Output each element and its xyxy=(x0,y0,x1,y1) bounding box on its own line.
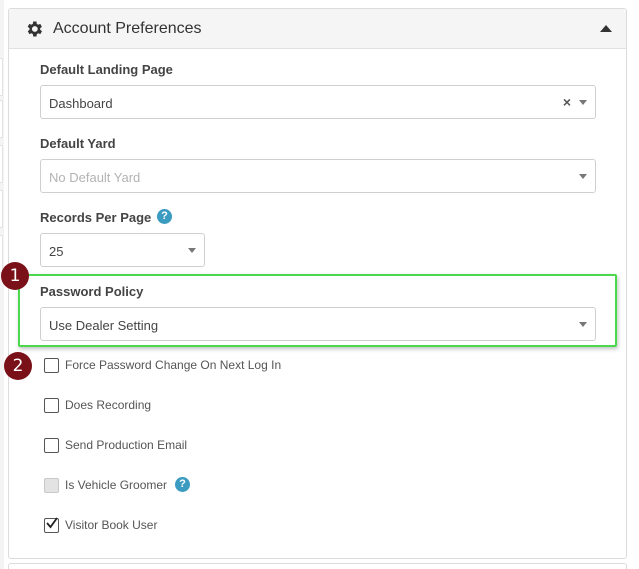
checkbox-label: Force Password Change On Next Log In xyxy=(65,358,282,372)
force-password-change-checkbox[interactable] xyxy=(44,358,59,373)
account-preferences-panel: Account Preferences Default Landing Page… xyxy=(8,8,627,559)
records-per-page-select[interactable]: 25 xyxy=(40,233,205,267)
step-marker-2: 2 xyxy=(4,352,32,380)
help-icon[interactable]: ? xyxy=(175,477,190,492)
visitor-book-user-checkbox[interactable] xyxy=(44,517,59,533)
password-policy-label: Password Policy xyxy=(40,284,144,299)
chevron-down-icon xyxy=(579,100,587,105)
is-vehicle-groomer-checkbox xyxy=(44,478,59,493)
clear-icon[interactable]: × xyxy=(563,94,571,110)
help-icon[interactable]: ? xyxy=(157,209,172,224)
does-recording-checkbox[interactable] xyxy=(44,398,59,413)
left-edge-tab xyxy=(0,190,3,228)
caret-up-icon[interactable] xyxy=(600,24,612,32)
checkmark-icon xyxy=(46,517,58,529)
chevron-down-icon xyxy=(579,322,587,327)
password-policy-value: Use Dealer Setting xyxy=(49,318,159,333)
left-edge-tab xyxy=(0,100,3,138)
left-edge-tab xyxy=(0,145,3,183)
panel-header[interactable]: Account Preferences xyxy=(9,9,626,49)
records-per-page-value: 25 xyxy=(49,244,64,259)
gear-icon xyxy=(27,21,42,37)
step-marker-1: 1 xyxy=(1,262,29,290)
password-policy-select[interactable]: Use Dealer Setting xyxy=(40,307,596,341)
records-per-page-label: Records Per Page xyxy=(40,210,152,225)
default-yard-label: Default Yard xyxy=(40,136,116,151)
send-production-email-checkbox[interactable] xyxy=(44,438,59,453)
default-yard-placeholder: No Default Yard xyxy=(49,170,141,185)
next-panel-edge xyxy=(8,563,627,569)
chevron-down-icon xyxy=(579,174,587,179)
default-yard-select[interactable]: No Default Yard xyxy=(40,159,596,193)
left-edge-tab xyxy=(0,58,3,96)
landing-page-label: Default Landing Page xyxy=(40,62,173,77)
checkbox-label: Send Production Email xyxy=(65,438,188,452)
landing-page-value: Dashboard xyxy=(49,96,113,111)
checkbox-label: Visitor Book User xyxy=(65,518,158,532)
landing-page-select[interactable]: Dashboard × xyxy=(40,85,596,119)
chevron-down-icon xyxy=(188,248,196,253)
checkbox-label: Does Recording xyxy=(65,398,152,412)
panel-title: Account Preferences xyxy=(53,20,202,37)
checkbox-label: Is Vehicle Groomer xyxy=(65,478,168,492)
